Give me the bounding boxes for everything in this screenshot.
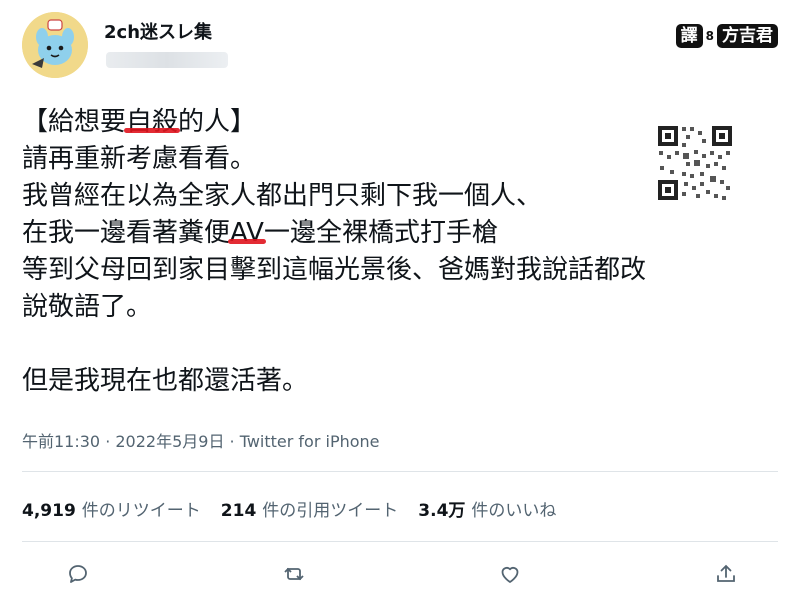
divider <box>22 471 778 472</box>
tweet-timestamp[interactable]: 午前11:30 · 2022年5月9日 · Twitter for iPhone <box>22 428 380 452</box>
retweet-button[interactable] <box>278 558 310 590</box>
engagement-stats: 4,919 件のリツイート 214 件の引用ツイート 3.4万 件のいいね <box>22 496 556 521</box>
reply-button[interactable] <box>62 558 94 590</box>
tweet-line-segment: 的人】 <box>178 107 257 137</box>
avatar[interactable] <box>22 12 88 78</box>
tweet-line: 但是我現在也都還活著。 <box>22 366 309 396</box>
avatar-mascot-icon <box>22 12 88 78</box>
likes-label: 件のいいね <box>471 501 557 521</box>
author-display-name[interactable]: 2ch迷スレ集 <box>104 18 212 44</box>
tweet-text: 【給想要自殺的人】 請再重新考慮看看。 我曾經在以為全家人都出門只剩下我一個人、… <box>22 104 646 400</box>
watermark-chip-right: 方吉君 <box>717 24 778 48</box>
tweet-line: 等到父母回到家目擊到這幅光景後、爸媽對我說話都改 <box>22 255 647 285</box>
author-handle-redacted <box>106 52 228 68</box>
highlighted-word: AV <box>230 218 264 248</box>
retweets-label: 件のリツイート <box>81 501 201 521</box>
reply-icon <box>69 565 87 583</box>
quotes-label: 件の引用ツイート <box>262 501 399 521</box>
tweet-line: 在我一邊看著糞便AV一邊全裸橋式打手槍 <box>22 215 646 252</box>
tweet-line: 說敬語了。 <box>22 292 153 322</box>
tweet-action-bar <box>62 558 742 590</box>
tweet-line: 我曾經在以為全家人都出門只剩下我一個人、 <box>22 181 543 211</box>
like-icon <box>501 566 519 583</box>
retweets-stat[interactable]: 4,919 件のリツイート <box>22 496 201 521</box>
share-icon <box>717 564 735 582</box>
retweet-icon <box>284 567 304 581</box>
divider <box>22 541 778 542</box>
tweet-line-segment: 一邊全裸橋式打手槍 <box>263 218 498 248</box>
tweet-line: 【給想要自殺的人】 <box>22 104 646 141</box>
tweet-line-segment: 【給想要 <box>22 107 127 137</box>
likes-count: 3.4万 <box>418 501 466 521</box>
highlighted-word: 自殺 <box>126 107 179 137</box>
tweet-line: 請再重新考慮看看。 <box>22 144 257 174</box>
share-button[interactable] <box>710 558 742 590</box>
qr-code-icon <box>656 124 734 202</box>
tweet-line-segment: 在我一邊看著糞便 <box>22 218 231 248</box>
retweets-count: 4,919 <box>22 501 76 521</box>
watermark-chip-left: 譯 <box>675 24 703 48</box>
like-button[interactable] <box>494 558 526 590</box>
translator-watermark: 譯 8 方吉君 <box>675 24 778 48</box>
quotes-stat[interactable]: 214 件の引用ツイート <box>221 496 399 521</box>
likes-stat[interactable]: 3.4万 件のいいね <box>418 496 556 521</box>
watermark-separator: 8 <box>705 29 714 43</box>
quotes-count: 214 <box>220 501 257 521</box>
